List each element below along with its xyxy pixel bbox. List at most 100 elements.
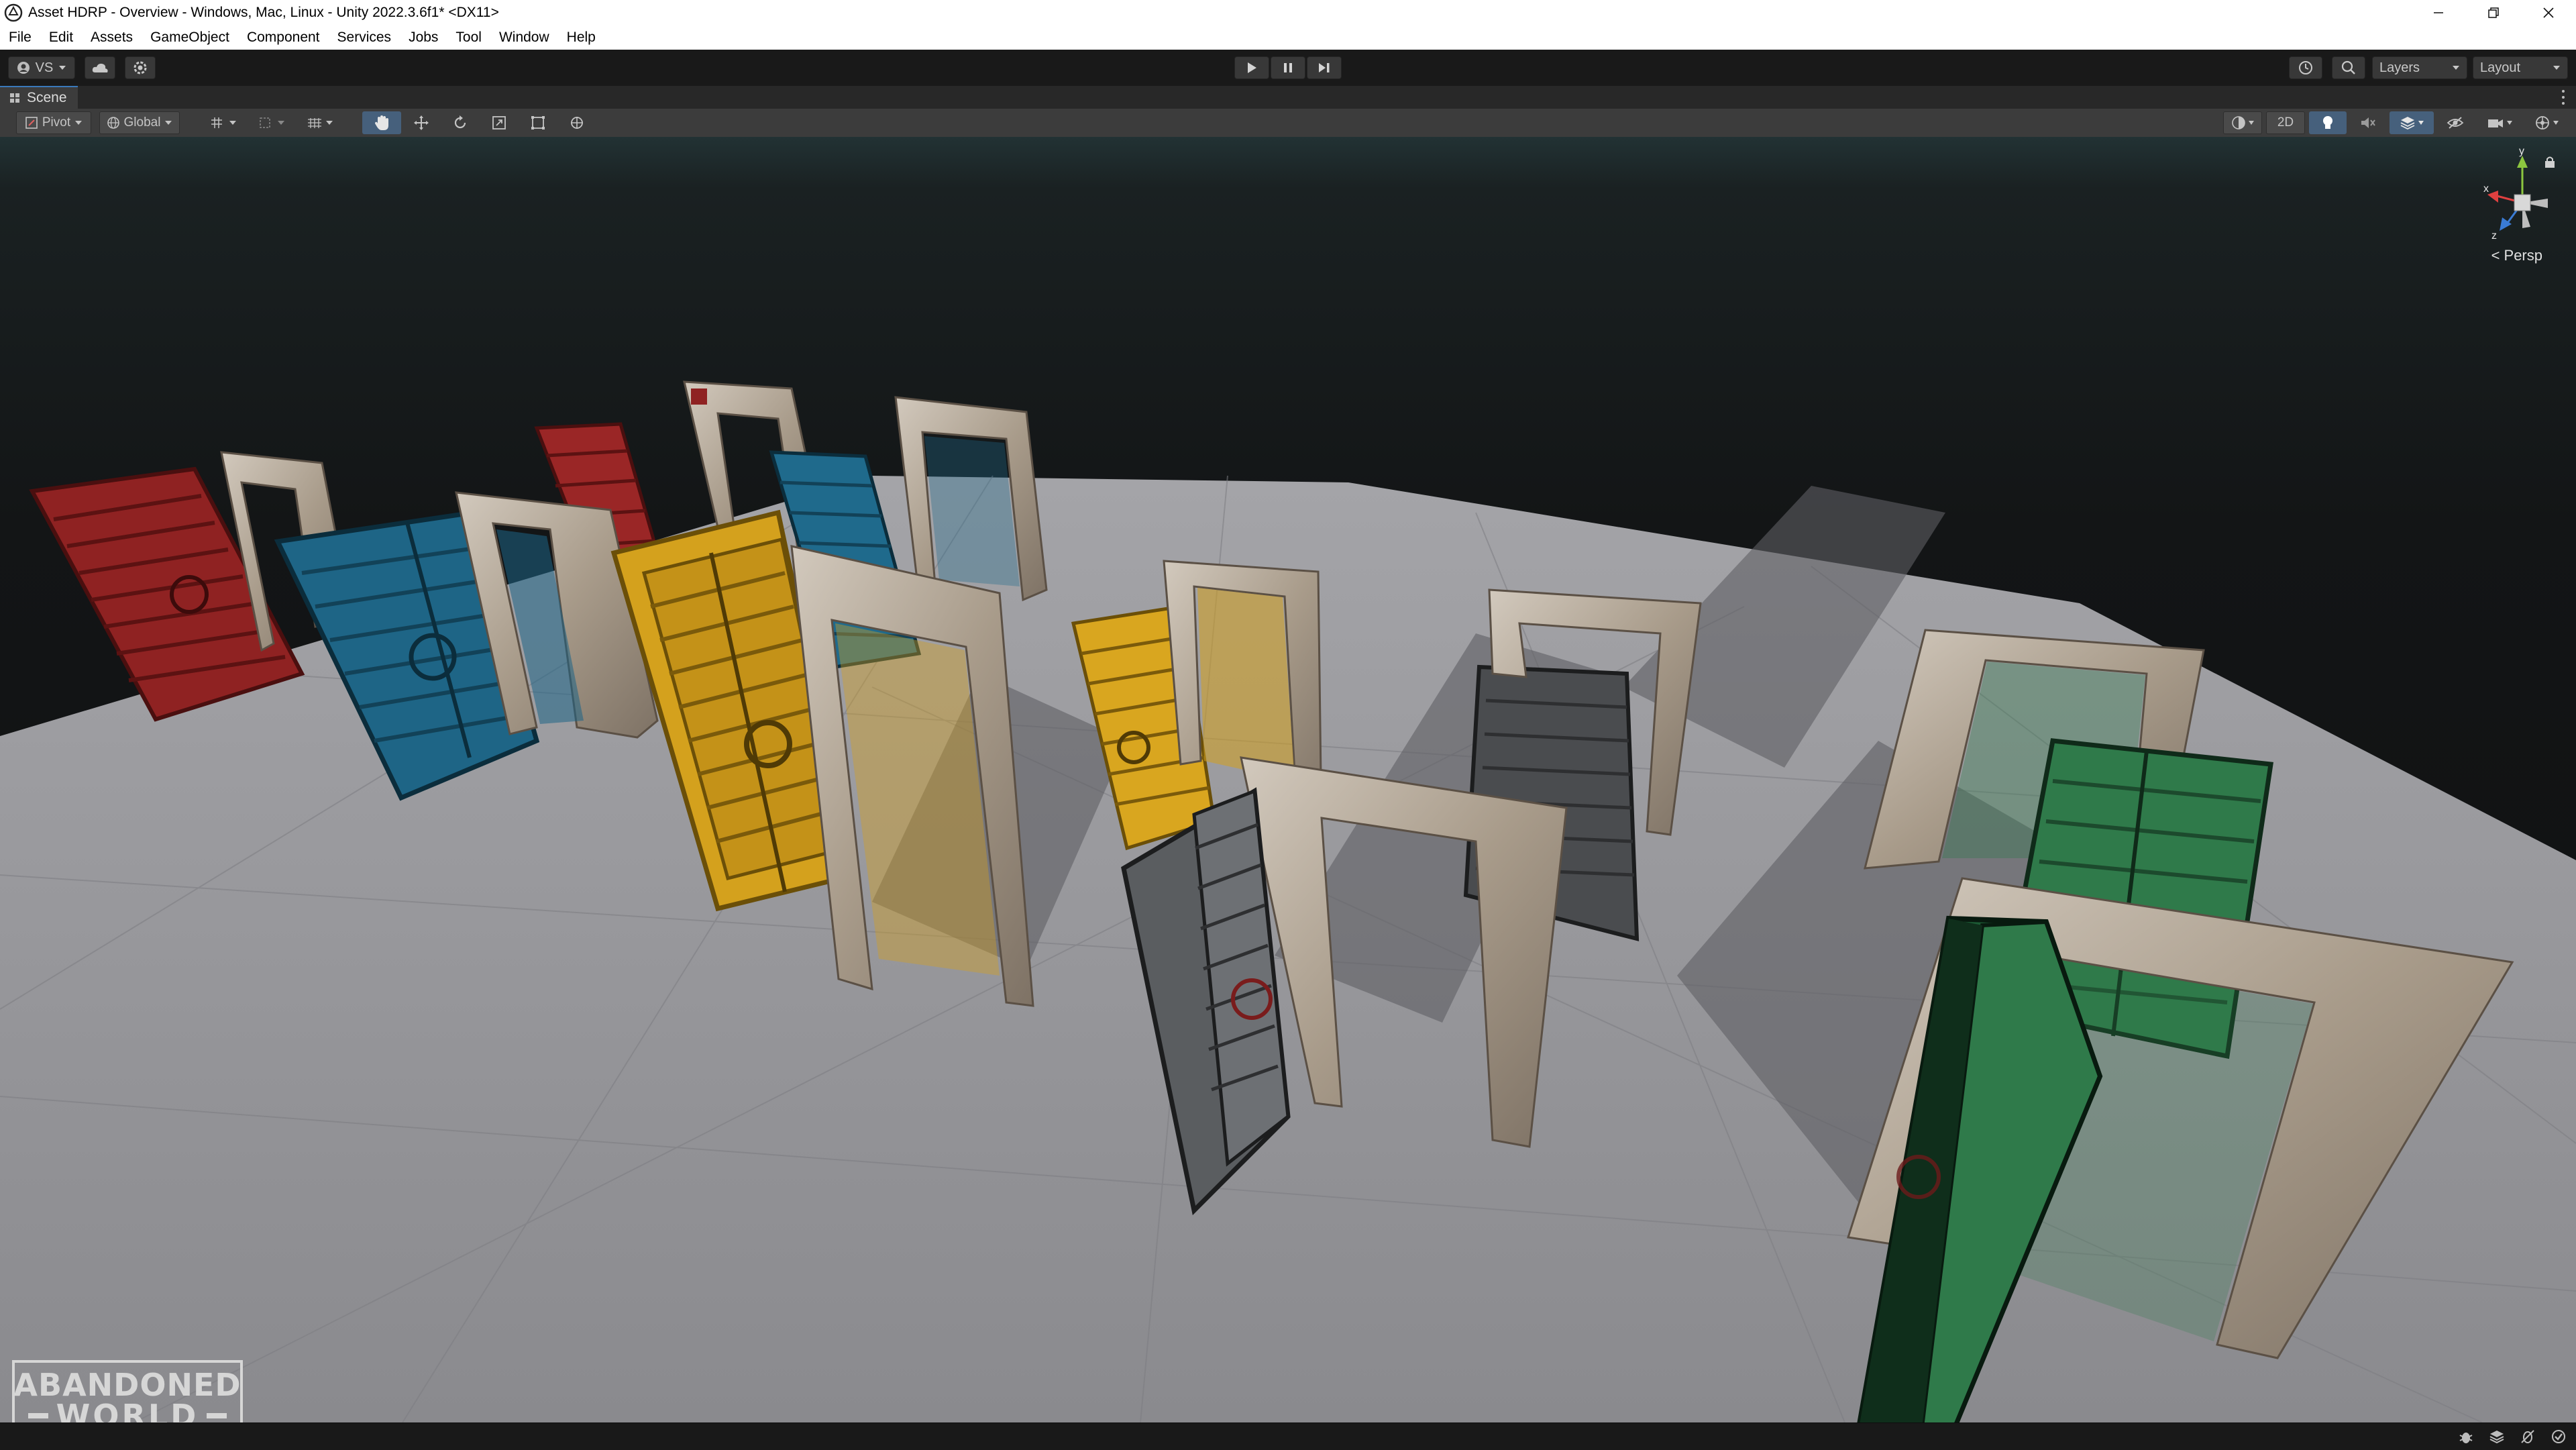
- rect-tool-button[interactable]: [521, 111, 555, 134]
- grid-plane-icon: [308, 118, 321, 128]
- gizmo-z-label: z: [2491, 230, 2497, 242]
- shading-sphere-icon: [2231, 116, 2245, 130]
- effects-layers-icon: [2400, 117, 2414, 130]
- chevron-down-icon: [59, 66, 66, 70]
- bug-icon[interactable]: [2458, 1429, 2474, 1445]
- global-toggle[interactable]: Global: [99, 111, 180, 134]
- chevron-down-icon: [2453, 66, 2459, 70]
- menu-tool[interactable]: Tool: [447, 25, 490, 50]
- layers-dropdown[interactable]: Layers: [2372, 56, 2467, 79]
- move-tool-button[interactable]: [404, 111, 439, 134]
- account-icon: [17, 62, 30, 74]
- chevron-down-icon: [326, 121, 333, 125]
- tab-scene[interactable]: Scene: [0, 86, 78, 109]
- chevron-down-icon: [229, 121, 236, 125]
- cloud-button[interactable]: [85, 56, 115, 79]
- rotate-tool-button[interactable]: [443, 111, 478, 134]
- global-label: Global: [123, 115, 161, 130]
- scale-tool-button[interactable]: [482, 111, 517, 134]
- camera-settings-dropdown[interactable]: [2478, 111, 2521, 134]
- play-button[interactable]: [1234, 56, 1269, 79]
- window-title: Asset HDRP - Overview - Windows, Mac, Li…: [28, 5, 499, 20]
- menu-help[interactable]: Help: [558, 25, 604, 50]
- debug-off-icon[interactable]: [2520, 1429, 2536, 1445]
- search-button[interactable]: [2332, 56, 2365, 79]
- draw-mode-dropdown[interactable]: [2223, 111, 2262, 134]
- audio-toggle[interactable]: [2351, 111, 2385, 134]
- chevron-down-icon: [2553, 66, 2560, 70]
- main-toolbar: VS Layers Layout: [0, 50, 2576, 87]
- layers-label: Layers: [2379, 60, 2420, 75]
- restore-button[interactable]: [2466, 0, 2521, 25]
- chevron-down-icon: [75, 121, 83, 125]
- abandoned-world-logo: ABANDONED WORLD: [12, 1360, 243, 1422]
- menu-component[interactable]: Component: [238, 25, 329, 50]
- logo-line2-wrap: WORLD: [28, 1400, 227, 1422]
- window-controls: [2411, 0, 2576, 25]
- layout-dropdown[interactable]: Layout: [2473, 56, 2568, 79]
- logo-bar-left: [28, 1413, 48, 1418]
- menu-assets[interactable]: Assets: [82, 25, 142, 50]
- chevron-down-icon: [2506, 121, 2512, 125]
- pause-icon: [1284, 63, 1292, 72]
- transform-tool-icon: [571, 117, 583, 129]
- pause-button[interactable]: [1271, 56, 1305, 79]
- 2d-mode-toggle[interactable]: 2D: [2266, 111, 2305, 134]
- play-icon: [1248, 62, 1256, 73]
- 2d-mode-label: 2D: [2277, 115, 2294, 130]
- step-button[interactable]: [1307, 56, 1342, 79]
- check-circle-icon[interactable]: [2551, 1429, 2567, 1445]
- menu-services[interactable]: Services: [329, 25, 400, 50]
- history-icon: [2299, 61, 2312, 74]
- pivot-toggle[interactable]: Pivot: [16, 111, 91, 134]
- grid-icon: [10, 93, 19, 103]
- account-dropdown[interactable]: VS: [8, 56, 75, 79]
- transform-tool-button[interactable]: [559, 111, 594, 134]
- account-label: VS: [35, 60, 54, 75]
- door-frame-blue-2: [894, 396, 1048, 602]
- history-button[interactable]: [2289, 56, 2322, 79]
- gizmos-dropdown[interactable]: [2525, 111, 2568, 134]
- cloud-icon: [92, 63, 108, 72]
- settings-button[interactable]: [125, 56, 156, 79]
- menu-gameobject[interactable]: GameObject: [142, 25, 238, 50]
- scene-visibility-toggle[interactable]: [2438, 111, 2473, 134]
- close-button[interactable]: [2521, 0, 2576, 25]
- lighting-toggle[interactable]: [2309, 111, 2347, 134]
- rotate-tool-icon: [454, 115, 466, 129]
- layers-stack-icon[interactable]: [2489, 1429, 2505, 1445]
- status-bar: [0, 1422, 2576, 1450]
- hand-tool-icon: [375, 115, 388, 130]
- lightbulb-icon: [2323, 116, 2332, 129]
- grid-snap-dropdown[interactable]: [201, 111, 246, 134]
- window-titlebar: Asset HDRP - Overview - Windows, Mac, Li…: [0, 0, 2576, 25]
- pivot-icon: [25, 117, 38, 129]
- menu-window[interactable]: Window: [490, 25, 558, 50]
- scene-viewport[interactable]: y x z < Persp ABANDONED WORLD: [0, 137, 2576, 1422]
- menu-edit[interactable]: Edit: [40, 25, 82, 50]
- scene-toolbar: Pivot Global 2D: [0, 109, 2576, 138]
- lock-icon[interactable]: [2544, 156, 2556, 169]
- scene-render: [0, 137, 2576, 1422]
- rect-tool-icon: [531, 116, 545, 130]
- tab-scene-label: Scene: [27, 90, 67, 105]
- menu-file[interactable]: File: [0, 25, 40, 50]
- grid-visibility-dropdown[interactable]: [298, 111, 342, 134]
- scale-tool-icon: [492, 116, 506, 130]
- grid-snap-icon: [211, 117, 222, 128]
- unity-logo-icon: [4, 3, 23, 22]
- menu-jobs[interactable]: Jobs: [400, 25, 447, 50]
- menu-bar: File Edit Assets GameObject Component Se…: [0, 25, 2576, 50]
- increment-snap-dropdown[interactable]: [250, 111, 294, 134]
- projection-toggle[interactable]: < Persp: [2491, 247, 2542, 264]
- effects-dropdown[interactable]: [2390, 111, 2434, 134]
- gizmos-globe-icon: [2535, 116, 2549, 130]
- move-tool-icon: [414, 115, 429, 130]
- gizmo-x-label: x: [2483, 183, 2489, 195]
- globe-icon: [107, 117, 119, 129]
- tab-menu-kebab[interactable]: [2557, 89, 2569, 106]
- chevron-down-icon: [278, 121, 284, 125]
- chevron-down-icon: [2553, 121, 2559, 125]
- hand-tool-button[interactable]: [362, 111, 401, 134]
- minimize-button[interactable]: [2411, 0, 2466, 25]
